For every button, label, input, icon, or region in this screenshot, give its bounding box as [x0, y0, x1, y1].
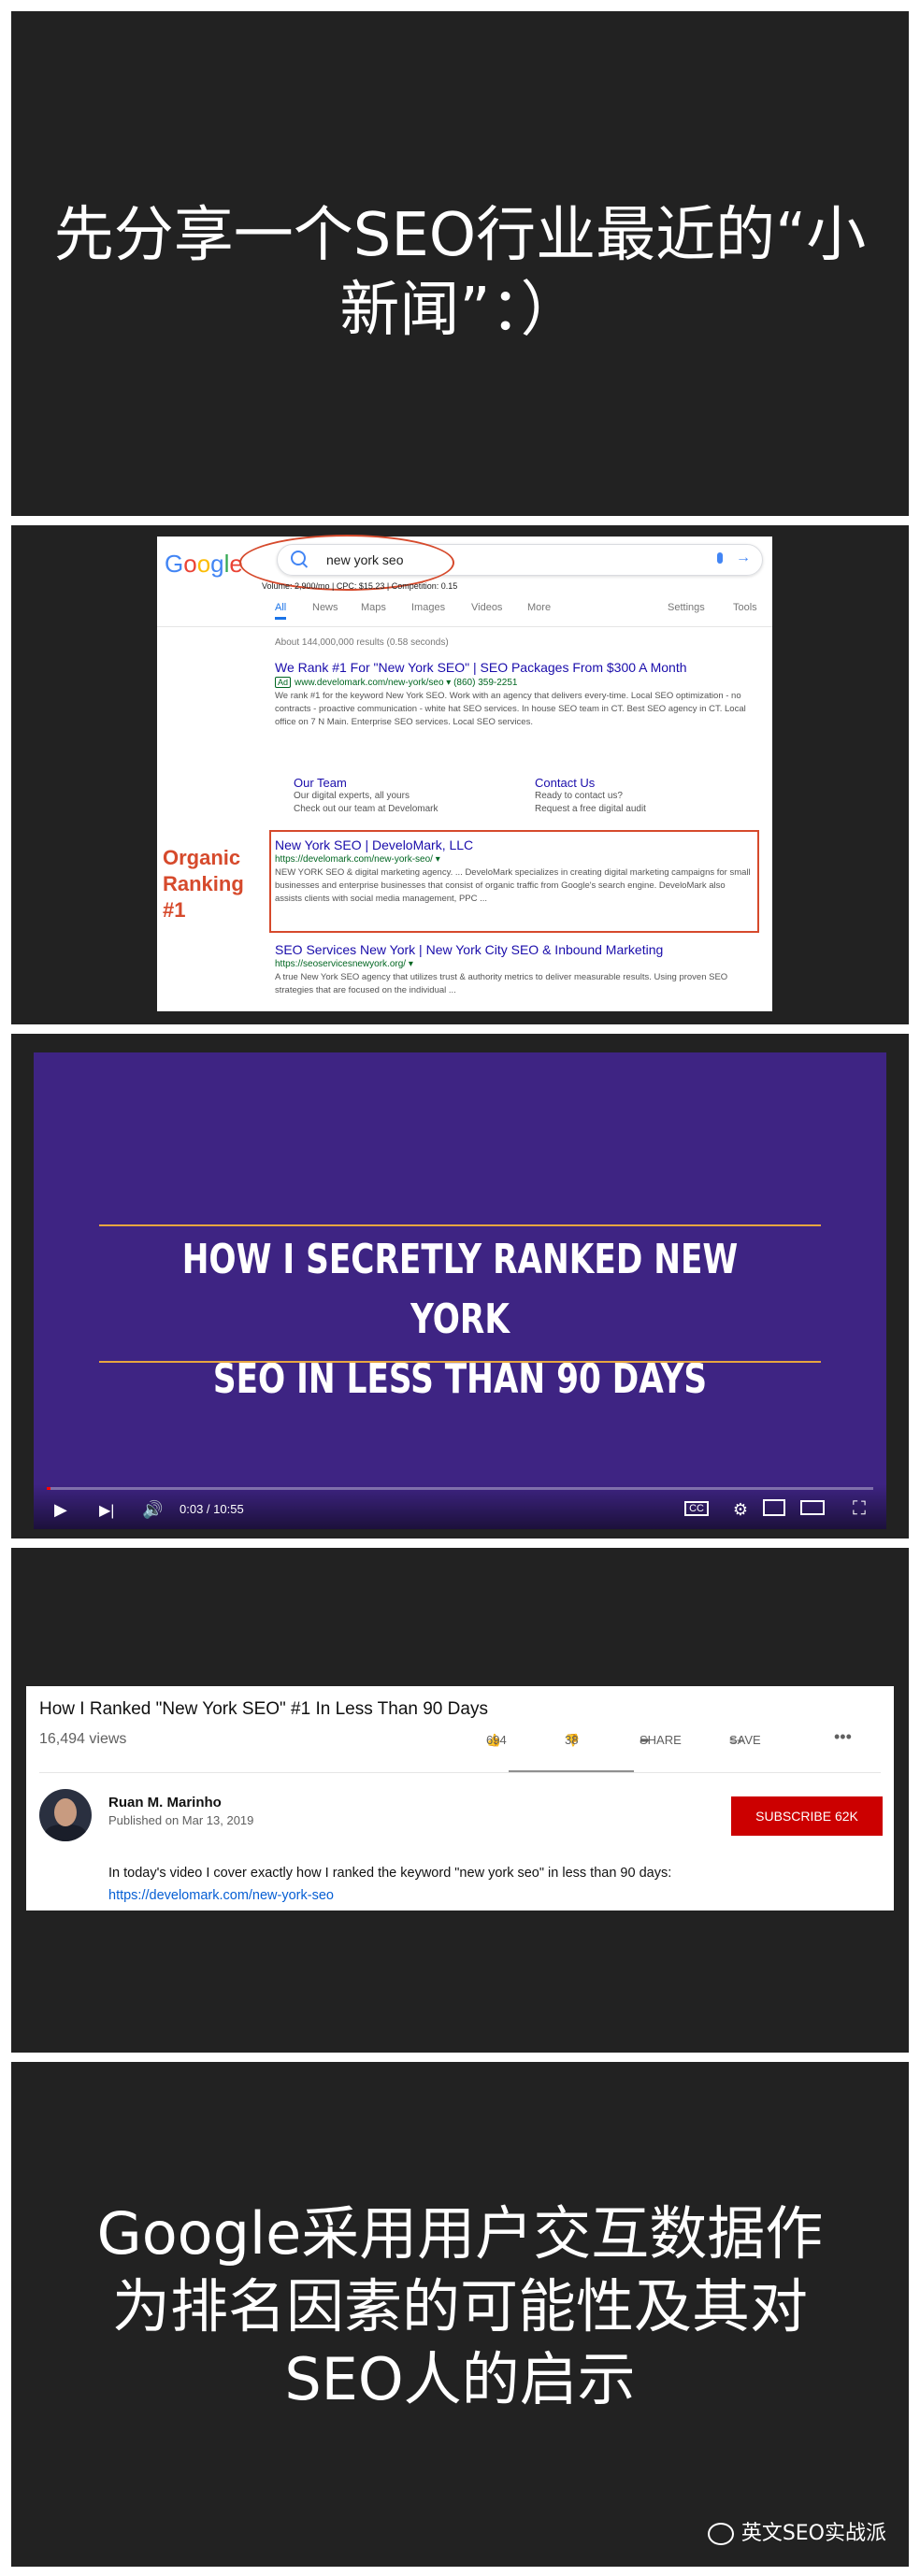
- ad-description: We rank #1 for the keyword New York SEO.…: [275, 691, 746, 727]
- intro-panel: 先分享一个SEO行业最近的“小新闻”：）: [11, 11, 909, 516]
- avatar-face: [54, 1798, 77, 1826]
- description-link[interactable]: https://develomark.com/new-york-seo: [108, 1888, 334, 1903]
- ad-url: Ad www.develomark.com/new-york/seo ▾ (860…: [275, 677, 752, 688]
- ad-result: We Rank #1 For "New York SEO" | SEO Pack…: [275, 660, 752, 729]
- divider: [157, 626, 772, 627]
- video-title-line: HOW I SECRETLY RANKED NEW YORK: [181, 1236, 739, 1343]
- brand-name: 英文SEO实战派: [740, 2522, 886, 2545]
- captions-icon[interactable]: CC: [684, 1501, 709, 1516]
- subscribe-button[interactable]: SUBSCRIBE 62K: [731, 1796, 883, 1836]
- video-title-line: SEO IN LESS THAN 90 DAYS: [212, 1355, 708, 1403]
- ad-title[interactable]: We Rank #1 For "New York SEO" | SEO Pack…: [275, 660, 752, 675]
- progress-bar[interactable]: [47, 1487, 873, 1490]
- sitelink-title[interactable]: Our Team: [294, 776, 499, 790]
- logo-letter: G: [165, 550, 184, 578]
- next-icon[interactable]: ▶|: [99, 1501, 114, 1520]
- avatar-body: [45, 1825, 86, 1841]
- google-serp: Google new york seo → Volume: 2,900/mo |…: [157, 535, 772, 1011]
- intro-headline: 先分享一个SEO行业最近的“小新闻”：）: [53, 201, 867, 345]
- third-description: A true New York SEO agency that utilizes…: [275, 972, 728, 995]
- channel-name[interactable]: Ruan M. Marinho: [108, 1795, 222, 1810]
- tab-news[interactable]: News: [312, 602, 338, 613]
- headline-line: Google采用用户交互数据作: [96, 2199, 824, 2268]
- organic-url[interactable]: https://develomark.com/new-york-seo/ ▾: [275, 854, 752, 865]
- theater-icon[interactable]: [800, 1500, 825, 1515]
- keyword-metrics: Volume: 2,900/mo | CPC: $15.23 | Competi…: [262, 581, 458, 591]
- dislike-count: 38: [565, 1733, 579, 1747]
- result-stats: About 144,000,000 results (0.58 seconds): [275, 637, 449, 648]
- sitelink-our-team: Our Team Our digital experts, all yours …: [294, 776, 499, 816]
- tab-maps[interactable]: Maps: [361, 602, 386, 613]
- more-icon[interactable]: •••: [834, 1727, 852, 1747]
- share-label: SHARE: [640, 1733, 682, 1747]
- organic-title[interactable]: New York SEO | DeveloMark, LLC: [275, 837, 752, 852]
- logo-letter: g: [210, 550, 224, 578]
- third-result: SEO Services New York | New York City SE…: [275, 942, 752, 997]
- title-rule-top: [99, 1224, 821, 1226]
- serp-panel: Google new york seo → Volume: 2,900/mo |…: [11, 525, 909, 1024]
- avatar[interactable]: [39, 1789, 92, 1841]
- settings-icon[interactable]: ⚙: [733, 1500, 748, 1520]
- headline-line: SEO人的启示: [284, 2345, 636, 2413]
- brand-watermark: 英文SEO实战派: [707, 2516, 886, 2546]
- logo-letter: o: [196, 550, 211, 578]
- publish-date: Published on Mar 13, 2019: [108, 1813, 254, 1827]
- miniplayer-icon[interactable]: [763, 1499, 785, 1516]
- like-count: 694: [486, 1733, 507, 1747]
- sitelink-contact-us: Contact Us Ready to contact us? Request …: [535, 776, 740, 816]
- fullscreen-icon[interactable]: ⛶: [853, 1498, 866, 1520]
- view-count: 16,494 views: [39, 1731, 127, 1747]
- play-icon[interactable]: ▶: [54, 1500, 67, 1520]
- time-display: 0:03 / 10:55: [180, 1502, 244, 1516]
- divider: [39, 1772, 881, 1773]
- sitelink-line: Ready to contact us?: [535, 791, 623, 801]
- tab-settings[interactable]: Settings: [668, 602, 705, 613]
- video-title: How I Ranked "New York SEO" #1 In Less T…: [39, 1699, 488, 1719]
- youtube-info-panel: How I Ranked "New York SEO" #1 In Less T…: [11, 1548, 909, 2053]
- organic-result: New York SEO | DeveloMark, LLC https://d…: [275, 837, 752, 906]
- tab-all[interactable]: All: [275, 602, 287, 620]
- tab-more[interactable]: More: [527, 602, 551, 613]
- video-player[interactable]: HOW I SECRETLY RANKED NEW YORK SEO IN LE…: [34, 1052, 886, 1529]
- google-logo[interactable]: Google: [165, 550, 243, 579]
- outro-panel: Google采用用户交互数据作 为排名因素的可能性及其对 SEO人的启示 英文S…: [11, 2062, 909, 2567]
- organic-description: NEW YORK SEO & digital marketing agency.…: [275, 867, 751, 904]
- search-tabs: All News Maps Images Videos More Setting…: [275, 602, 763, 623]
- sitelink-line: Request a free digital audit: [535, 804, 646, 814]
- tab-videos[interactable]: Videos: [471, 602, 502, 613]
- sitelink-line: Our digital experts, all yours: [294, 791, 410, 801]
- microphone-icon[interactable]: [717, 552, 723, 564]
- youtube-info-card: How I Ranked "New York SEO" #1 In Less T…: [26, 1686, 894, 1911]
- third-title[interactable]: SEO Services New York | New York City SE…: [275, 942, 752, 957]
- video-description: In today's video I cover exactly how I r…: [108, 1866, 672, 1881]
- video-panel: HOW I SECRETLY RANKED NEW YORK SEO IN LE…: [11, 1034, 909, 1538]
- sitelink-line: Check out our team at Develomark: [294, 804, 438, 814]
- title-rule-bottom: [99, 1361, 821, 1363]
- logo-letter: o: [183, 550, 197, 578]
- tab-images[interactable]: Images: [411, 602, 445, 613]
- progress-fill: [47, 1487, 51, 1490]
- save-label: SAVE: [729, 1733, 761, 1747]
- action-bar: 👍 694 👎 38 ➦ SHARE ≡+ SAVE •••: [486, 1727, 879, 1752]
- outro-headline: Google采用用户交互数据作 为排名因素的可能性及其对 SEO人的启示: [11, 2197, 909, 2416]
- sitelink-title[interactable]: Contact Us: [535, 776, 740, 790]
- organic-ranking-label: Organic Ranking #1: [163, 846, 244, 922]
- ad-url-text[interactable]: www.develomark.com/new-york/seo ▾ (860) …: [295, 678, 517, 688]
- arrow-right-icon[interactable]: →: [736, 550, 751, 566]
- video-frame-title: HOW I SECRETLY RANKED NEW YORK SEO IN LE…: [127, 1230, 792, 1410]
- headline-line: 为排名因素的可能性及其对: [111, 2272, 808, 2340]
- volume-icon[interactable]: 🔊: [142, 1500, 163, 1520]
- tab-tools[interactable]: Tools: [733, 602, 757, 613]
- third-url[interactable]: https://seoservicesnewyork.org/ ▾: [275, 959, 752, 969]
- ad-badge: Ad: [275, 677, 292, 688]
- wechat-icon: [707, 2523, 734, 2545]
